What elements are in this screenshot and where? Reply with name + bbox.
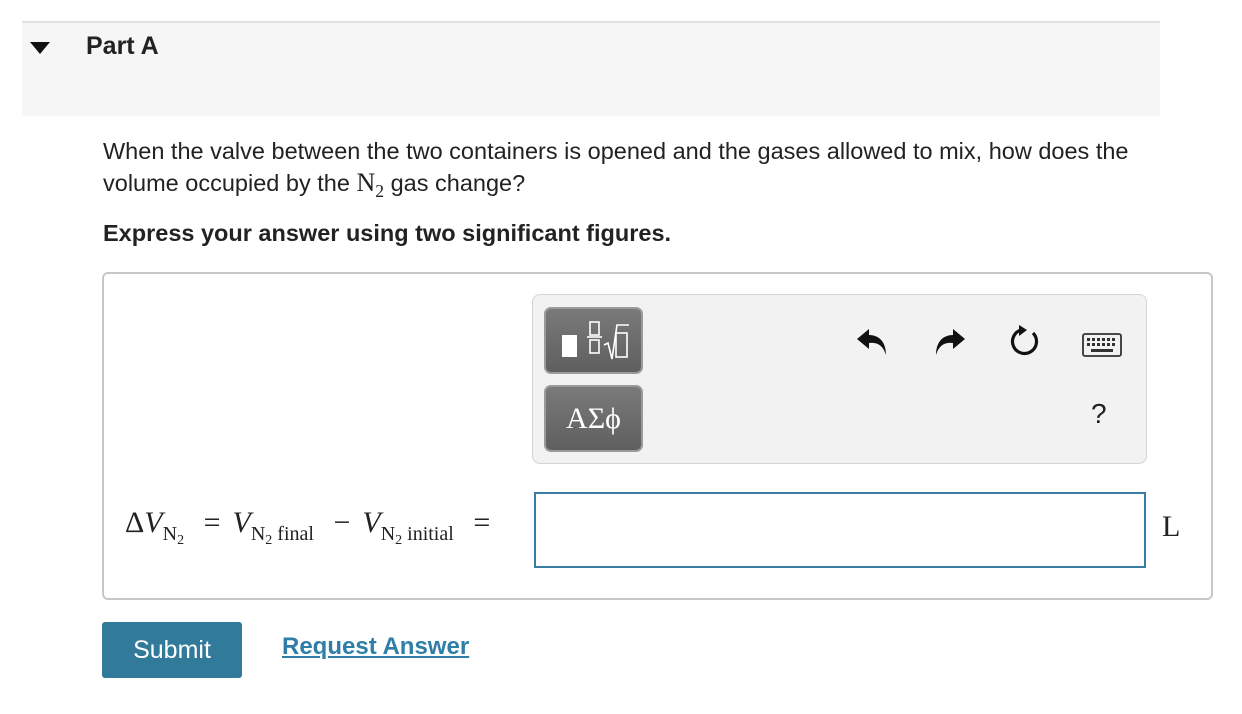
volume-var: V: [144, 506, 163, 539]
final-subscript-number: 2: [265, 533, 273, 548]
unit-label: L: [1162, 510, 1181, 543]
subscript-species: N: [162, 523, 178, 545]
reset-icon[interactable]: [1007, 324, 1043, 365]
question-text: When the valve between the two container…: [103, 135, 1163, 200]
final-label: final: [277, 523, 314, 545]
symbols-label: ΑΣϕ: [566, 401, 621, 435]
subscript-number: 2: [177, 533, 185, 548]
equation-label: ΔVN2 = VN2 final − VN2 initial =: [125, 506, 502, 549]
request-answer-link[interactable]: Request Answer: [282, 633, 469, 661]
keyboard-icon[interactable]: [1082, 333, 1122, 362]
volume-var-initial: V: [362, 506, 381, 539]
help-button[interactable]: ?: [1091, 398, 1107, 430]
templates-icon: [562, 321, 629, 360]
delta-symbol: Δ: [125, 506, 145, 539]
question-species-subscript: 2: [375, 181, 385, 202]
redo-icon[interactable]: [933, 325, 969, 364]
question-text-after: gas change?: [384, 170, 526, 196]
instructions: Express your answer using two significan…: [103, 220, 672, 246]
initial-label: initial: [407, 523, 454, 545]
question-species: N2: [356, 168, 384, 200]
templates-button[interactable]: [544, 307, 643, 374]
initial-subscript: N2 initial: [380, 523, 454, 548]
part-title: Part A: [86, 32, 159, 60]
math-toolbar: ΑΣϕ ?: [532, 294, 1147, 464]
undo-icon[interactable]: [855, 325, 891, 364]
question-text-before: When the valve between the two container…: [103, 138, 1129, 196]
question-species-symbol: N: [356, 168, 376, 197]
volume-subscript: N2: [162, 523, 185, 548]
final-subscript: N2 final: [250, 523, 314, 548]
initial-subscript-species: N: [380, 523, 396, 545]
symbols-button[interactable]: ΑΣϕ: [544, 385, 643, 452]
equals-sign-2: =: [473, 506, 491, 539]
collapse-toggle-icon[interactable]: [29, 40, 51, 56]
equals-sign: =: [203, 506, 221, 539]
final-subscript-species: N: [250, 523, 266, 545]
submit-button[interactable]: Submit: [102, 622, 242, 678]
answer-input[interactable]: [534, 492, 1146, 568]
minus-sign: −: [333, 506, 351, 539]
volume-var-final: V: [232, 506, 251, 539]
initial-subscript-number: 2: [395, 533, 403, 548]
part-header[interactable]: [22, 23, 1160, 116]
